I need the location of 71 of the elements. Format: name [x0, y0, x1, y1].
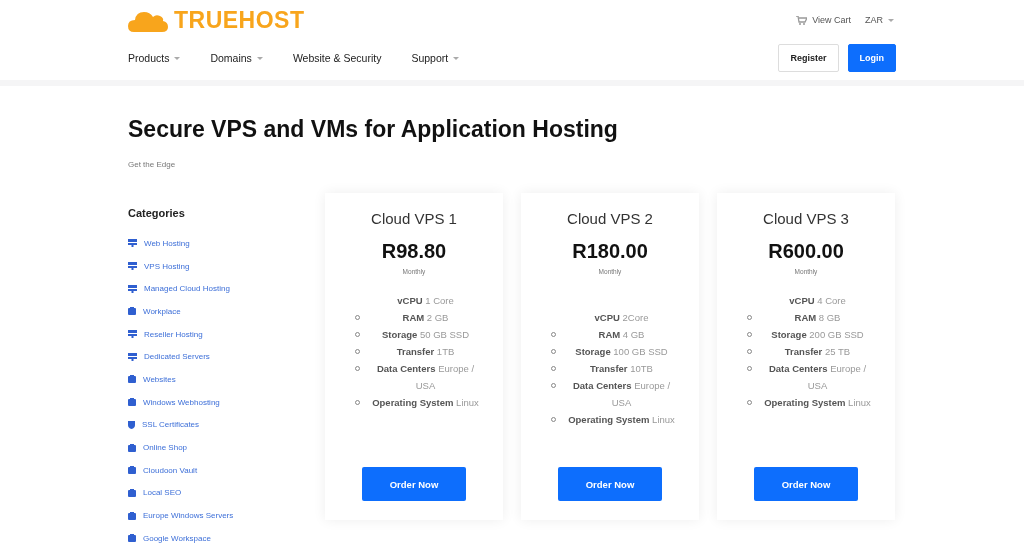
category-link[interactable]: Workplace — [143, 306, 181, 316]
feature-text: Transfer 25 TB — [783, 345, 852, 359]
plan-name: Cloud VPS 3 — [763, 210, 849, 227]
plan-price: R98.80 — [381, 240, 447, 263]
category-link[interactable]: Managed Cloud Hosting — [144, 284, 230, 294]
server-icon — [128, 352, 137, 361]
plan-price: R180.00 — [572, 240, 648, 263]
category-link[interactable]: Windows Webhosting — [143, 397, 220, 407]
box-icon — [128, 488, 136, 497]
feature-text: vCPU 1 Core — [396, 294, 455, 308]
category-link[interactable]: VPS Hosting — [144, 261, 190, 271]
box-icon — [128, 466, 136, 475]
server-icon — [128, 284, 137, 293]
nav-link[interactable]: Website & Security — [292, 52, 382, 64]
category-link[interactable]: Web Hosting — [144, 238, 190, 248]
server-icon — [128, 330, 137, 339]
box-icon — [128, 398, 136, 407]
caret-icon — [256, 56, 263, 60]
category-link[interactable]: Online Shop — [143, 443, 188, 453]
feature-text: Operating System Linux — [763, 396, 872, 410]
feature-text: Data Centers Europe / USA — [767, 362, 868, 393]
order-button[interactable]: Order Now — [362, 467, 466, 501]
category-link[interactable]: SSL Certificates — [142, 420, 200, 430]
category-link[interactable]: Websites — [143, 374, 176, 384]
server-icon — [128, 239, 137, 248]
box-icon — [128, 511, 136, 520]
box-icon — [128, 443, 136, 452]
feature-text: Operating System Linux — [567, 413, 676, 427]
nav-link[interactable]: Domains — [210, 52, 263, 64]
order-button[interactable]: Order Now — [754, 467, 858, 501]
nav-link[interactable]: Support — [411, 52, 460, 64]
category-link[interactable]: Reseller Hosting — [144, 329, 203, 339]
feature-text: RAM 8 GB — [793, 311, 842, 325]
feature-text: vCPU 2Core — [593, 311, 650, 325]
caret-icon — [453, 56, 460, 60]
cart-icon[interactable] — [796, 15, 808, 25]
category-link[interactable]: Cloudoon Vault — [143, 465, 198, 475]
box-icon — [128, 534, 136, 543]
feature-text: Data Centers Europe / USA — [571, 379, 672, 410]
feature-text: Storage 50 GB SSD — [380, 328, 471, 342]
box-icon — [128, 307, 136, 316]
feature-text: Storage 100 GB SSD — [574, 345, 669, 359]
category-link[interactable]: Dedicated Servers — [144, 352, 210, 362]
feature-text: vCPU 4 Core — [788, 294, 847, 308]
feature-text: Data Centers Europe / USA — [375, 362, 476, 393]
feature-text: Storage 200 GB SSD — [770, 328, 865, 342]
feature-text: RAM 2 GB — [401, 311, 450, 325]
feature-text: Transfer 1TB — [395, 345, 456, 359]
plan-name: Cloud VPS 2 — [567, 210, 653, 227]
server-icon — [128, 262, 137, 271]
box-icon — [128, 375, 136, 384]
page-subtitle: Get the Edge — [128, 160, 177, 169]
order-button[interactable]: Order Now — [558, 467, 662, 501]
feature-text: Operating System Linux — [371, 396, 480, 410]
feature-text: Transfer 10TB — [589, 362, 654, 376]
logo-text: TRUEHOST — [174, 6, 305, 34]
shield-icon — [128, 420, 135, 429]
nav-link[interactable]: Products — [128, 52, 181, 64]
category-link[interactable]: Local SEO — [143, 488, 182, 498]
page-title: Secure VPS and VMs for Application Hosting — [128, 116, 619, 143]
sidebar-title: Categories — [128, 207, 186, 219]
feature-text: RAM 4 GB — [597, 328, 646, 342]
caret-icon — [174, 56, 181, 60]
currency-select[interactable]: ZAR — [865, 15, 894, 25]
login-button[interactable]: Login — [847, 44, 896, 72]
view-cart-link[interactable]: View Cart — [812, 15, 851, 25]
register-button[interactable]: Register — [778, 44, 839, 72]
category-link[interactable]: Europe Windows Servers — [143, 511, 234, 521]
plan-name: Cloud VPS 1 — [371, 210, 457, 227]
category-link[interactable]: Google Workspace — [143, 533, 211, 543]
plan-price: R600.00 — [768, 240, 844, 263]
